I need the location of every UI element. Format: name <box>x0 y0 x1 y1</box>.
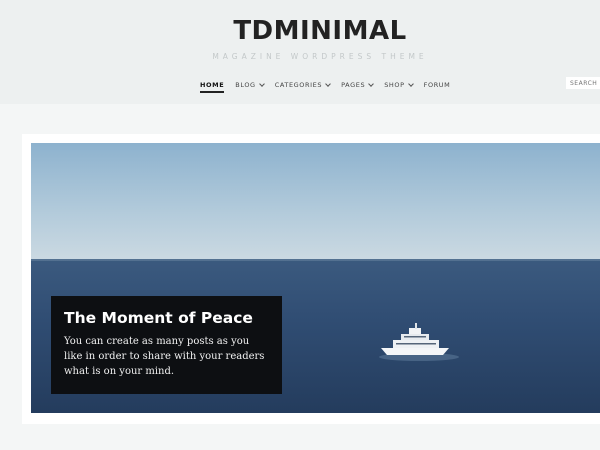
post-excerpt: You can create as many posts as you like… <box>64 336 265 377</box>
nav-item-label: FORUM <box>423 81 451 89</box>
nav-item-label: PAGES <box>341 81 366 89</box>
post-title[interactable]: The Moment of Peace <box>64 308 269 328</box>
site-tagline: MAGAZINE WORDPRESS THEME <box>212 52 428 61</box>
chevron-down-icon <box>407 81 414 87</box>
chevron-down-icon <box>258 81 265 87</box>
nav-item-forum[interactable]: FORUM <box>424 81 451 89</box>
chevron-down-icon <box>325 81 331 87</box>
featured-caption[interactable]: The Moment of Peace You can create as ma… <box>51 296 282 394</box>
main-nav: HOME BLOG CATEGORIES PAGES SHOP FORUM <box>200 78 461 93</box>
search-input[interactable] <box>566 77 600 89</box>
nav-item-label: BLOG <box>235 81 256 89</box>
nav-item-label: CATEGORIES <box>274 81 323 89</box>
nav-item-pages[interactable]: PAGES <box>341 81 375 89</box>
nav-item-shop[interactable]: SHOP <box>384 81 414 89</box>
nav-item-home[interactable]: HOME <box>200 81 225 93</box>
nav-item-blog[interactable]: BLOG <box>235 81 265 89</box>
nav-item-categories[interactable]: CATEGORIES <box>274 81 331 89</box>
nav-item-label: HOME <box>200 81 225 89</box>
nav-item-label: SHOP <box>384 81 405 89</box>
site-header: TDMINIMAL MAGAZINE WORDPRESS THEME HOME … <box>0 0 600 104</box>
chevron-down-icon <box>368 81 375 87</box>
sky <box>31 143 600 260</box>
site-logo[interactable]: TDMINIMAL <box>0 16 600 46</box>
